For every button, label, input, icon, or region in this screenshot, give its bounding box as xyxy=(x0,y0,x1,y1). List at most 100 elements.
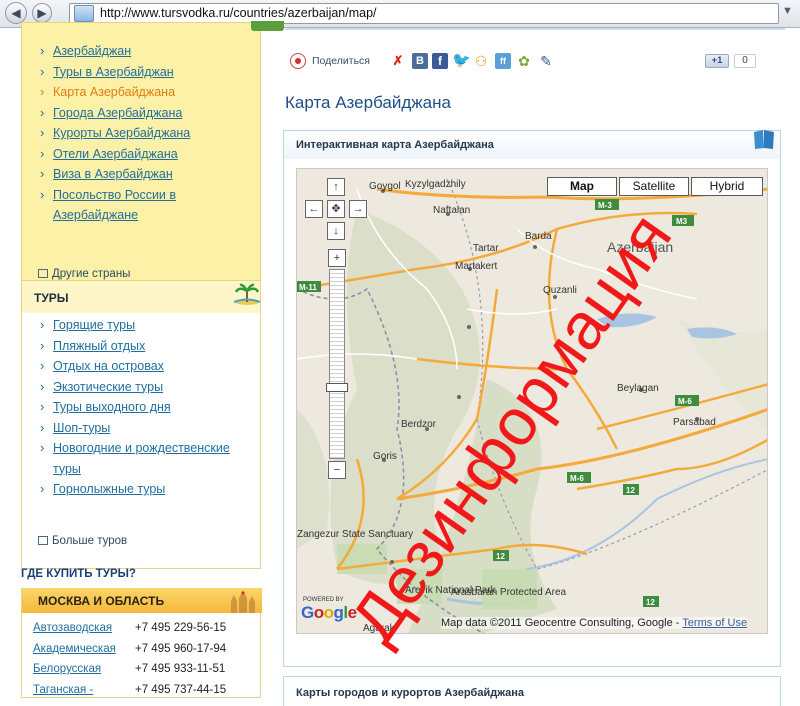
more-tours-link[interactable]: Больше туров xyxy=(38,535,127,547)
friendfeed-icon[interactable]: ff xyxy=(495,53,511,69)
google-plus-count: 0 xyxy=(734,54,756,68)
sidebar-link[interactable]: Посольство России в Азербайджане xyxy=(38,185,256,226)
livejournal-icon[interactable]: ✎ xyxy=(538,53,554,69)
map-place-label: Arasbaran Protected Area xyxy=(451,587,567,598)
office-station-link[interactable]: Белорусская xyxy=(33,663,101,675)
tours-box-title: ТУРЫ xyxy=(34,291,69,305)
map-place-label: Goygol xyxy=(369,181,401,192)
pan-center-button[interactable]: ✥ xyxy=(327,200,345,218)
dropdown-arrow-icon[interactable]: ▼ xyxy=(782,5,793,17)
plus-icon: + xyxy=(333,252,341,264)
offices-box: МОСКВА И ОБЛАСТЬ Автозаводская +7 495 229… xyxy=(21,588,262,698)
region-title: МОСКВА И ОБЛАСТЬ xyxy=(38,594,165,608)
tours-link-label: Экзотические туры xyxy=(53,379,164,394)
svg-text:12: 12 xyxy=(496,552,505,561)
tours-link[interactable]: Горящие туры xyxy=(38,315,256,336)
arrow-left-icon: ← xyxy=(308,203,320,215)
sidebar-link-label: Виза в Азербайджан xyxy=(53,167,173,181)
country-menu-box: Азербайджан Туры в Азербайджан Карта Азерб… xyxy=(21,21,284,300)
more-tours-label: Больше туров xyxy=(52,535,128,547)
vkontakte-icon[interactable]: B xyxy=(412,53,428,69)
office-station-link[interactable]: Таганская - xyxy=(33,684,93,696)
pan-left-button[interactable]: ← xyxy=(305,200,323,218)
kremlin-icon xyxy=(231,590,255,613)
sidebar-link-label: Города Азербайджана xyxy=(53,105,183,120)
svg-text:M-6: M-6 xyxy=(570,474,584,483)
sidebar-link[interactable]: Азербайджан xyxy=(38,41,256,62)
region-header: МОСКВА И ОБЛАСТЬ xyxy=(22,588,262,613)
map-place-label: Berdzor xyxy=(401,419,437,430)
tours-link-label: Новогодние и рождественские туры xyxy=(53,441,230,476)
office-station-link[interactable]: Автозаводская xyxy=(33,622,112,634)
share-label[interactable]: Поделиться xyxy=(312,55,370,67)
tours-link[interactable]: Экзотические туры xyxy=(38,377,256,398)
share-icon[interactable] xyxy=(290,53,306,69)
country-menu-list: Азербайджан Туры в Азербайджан Карта Азерб… xyxy=(38,41,256,226)
list-icon xyxy=(38,269,48,278)
tours-link[interactable]: Новогодние и рождественские туры xyxy=(38,438,256,479)
odnoklassniki-icon[interactable]: ⚇ xyxy=(473,53,489,69)
sidebar-link[interactable]: Туры в Азербайджан xyxy=(38,62,256,83)
google-plus-button[interactable]: +1 xyxy=(705,54,729,68)
tours-link[interactable]: Пляжный отдых xyxy=(38,336,256,357)
arrow-right-icon: → xyxy=(352,203,364,215)
url-input[interactable]: http://www.tursvodka.ru/countries/azerba… xyxy=(69,3,779,24)
pan-down-button[interactable]: ↓ xyxy=(327,222,345,240)
minus-icon: − xyxy=(333,464,341,476)
sidebar-link-label: Азербайджан xyxy=(53,44,132,58)
map-type-map-button[interactable]: Map xyxy=(547,177,617,196)
tours-link[interactable]: Туры выходного дня xyxy=(38,397,256,418)
tours-link-label: Пляжный отдых xyxy=(53,338,146,353)
sidebar-link[interactable]: Карта Азербайджана xyxy=(38,82,256,103)
city-maps-title: Карты городов и курортов Азербайджана xyxy=(296,687,525,699)
sidebar: Азербайджан Туры в Азербайджан Карта Азерб… xyxy=(0,21,284,698)
tours-link-label: Горнолыжные туры xyxy=(53,482,166,496)
twitter-icon[interactable]: 🐦 xyxy=(452,53,471,69)
sidebar-link[interactable]: Курорты Азербайджана xyxy=(38,123,256,144)
zoom-slider-handle[interactable] xyxy=(326,383,348,392)
tours-menu-list: Горящие туры Пляжный отдых Отдых на остров… xyxy=(38,315,256,500)
myspace-icon[interactable]: ✿ xyxy=(516,53,532,69)
share-bar: Поделиться ✗ B f 🐦 ⚇ ff ✿ ✎ xyxy=(290,53,580,71)
url-text: http://www.tursvodka.ru/countries/azerba… xyxy=(100,6,377,20)
pan-up-button[interactable]: ↑ xyxy=(327,178,345,196)
arrow-down-icon: ↓ xyxy=(333,225,339,237)
svg-text:M-6: M-6 xyxy=(678,397,692,406)
tours-link[interactable]: Отдых на островах xyxy=(38,356,256,377)
sidebar-link-label: Карта Азербайджана xyxy=(53,85,176,99)
moimir-icon[interactable]: ✗ xyxy=(390,53,406,69)
office-station-link[interactable]: Академическая xyxy=(33,643,116,655)
terms-of-use-link[interactable]: Terms of Use xyxy=(682,617,747,629)
map-place-label: Kyzylgadzhily xyxy=(405,179,466,190)
sidebar-link[interactable]: Виза в Азербайджан xyxy=(38,164,256,185)
copyright-text: Map data ©2011 Geocentre Consulting, Goo… xyxy=(441,617,680,629)
arrow-up-icon: ↑ xyxy=(333,181,339,193)
facebook-icon[interactable]: f xyxy=(432,53,448,69)
map-place-label: Parsabad xyxy=(673,417,716,428)
other-countries-link[interactable]: Другие страны xyxy=(38,268,130,280)
book-icon xyxy=(754,130,774,149)
tours-link-label: Отдых на островах xyxy=(53,359,164,373)
sidebar-link[interactable]: Города Азербайджана xyxy=(38,103,256,124)
zoom-out-button[interactable]: − xyxy=(328,461,346,479)
zoom-slider[interactable] xyxy=(329,269,345,459)
sidebar-link[interactable]: Отели Азербайджана xyxy=(38,144,256,165)
move-icon: ✥ xyxy=(331,203,341,215)
pan-right-button[interactable]: → xyxy=(349,200,367,218)
back-button[interactable]: ◀ xyxy=(5,2,27,24)
site-favicon-icon xyxy=(74,5,94,22)
map-place-label: Tartar xyxy=(473,243,499,254)
office-phone: +7 495 933-11-51 xyxy=(135,663,226,675)
arrow-left-icon: ◀ xyxy=(11,6,21,20)
zoom-in-button[interactable]: + xyxy=(328,249,346,267)
city-maps-panel: Карты городов и курортов Азербайджана xyxy=(283,676,781,706)
map-place-label: Goris xyxy=(373,451,397,462)
sidebar-link-label: Туры в Азербайджан xyxy=(53,64,174,79)
forward-button[interactable]: ▶ xyxy=(32,3,52,23)
palm-island-icon xyxy=(234,283,260,305)
other-countries-label: Другие страны xyxy=(52,268,131,280)
tours-link[interactable]: Шоп-туры xyxy=(38,418,256,439)
tours-link-label: Шоп-туры xyxy=(53,420,111,435)
tours-link[interactable]: Горнолыжные туры xyxy=(38,479,256,500)
svg-text:12: 12 xyxy=(626,486,635,495)
